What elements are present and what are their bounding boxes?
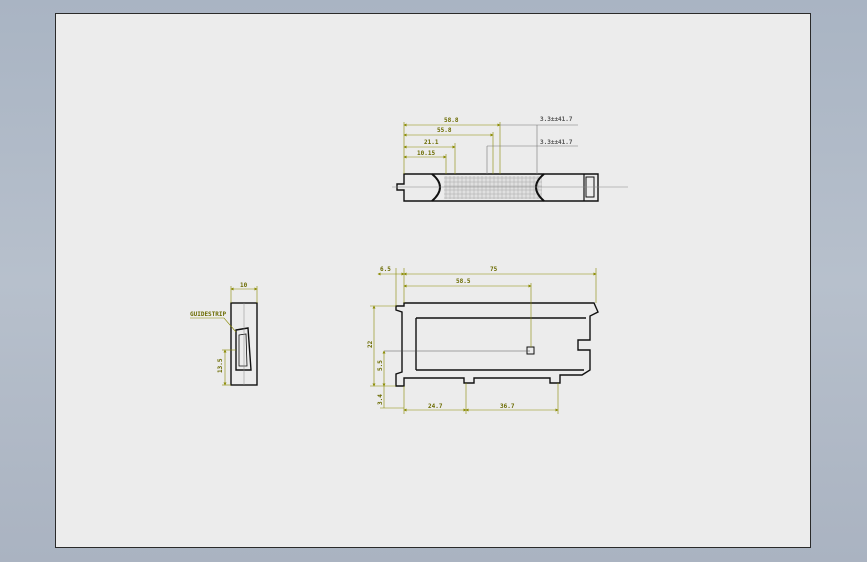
top-dim-55-8: 55.8 [437,127,452,134]
top-dim-21-1: 21.1 [424,139,439,146]
front-dim-overall-height: 22 [367,340,374,348]
top-tolerance-2: 3.3±±41.7 [540,139,573,146]
front-view: 6.5 75 58.5 22 5.5 3.4 24.7 36.7 [367,266,599,414]
top-dim-58-8: 58.8 [444,117,459,124]
technical-drawing: 58.8 55.8 21.1 10.15 3.3±±41.7 3.3±±41.7… [190,116,628,414]
front-dim-step-1: 24.7 [428,403,443,410]
front-dim-overall-length: 75 [490,266,498,273]
front-dim-hole-y: 5.5 [377,360,384,371]
front-view-outline [395,302,599,387]
side-note-label: GUIDESTRIP [190,311,227,318]
side-dim-width: 10 [240,282,248,289]
top-tolerance-1: 3.3±±41.7 [540,116,573,123]
side-view: 10 GUIDESTRIP 13.5 [190,282,258,386]
front-dim-step-2: 36.7 [500,403,515,410]
side-dim-height: 13.5 [217,358,224,373]
front-dim-left-offset: 6.5 [380,266,391,273]
front-dim-foot: 3.4 [377,394,384,405]
top-view: 58.8 55.8 21.1 10.15 3.3±±41.7 3.3±±41.7 [392,116,628,202]
front-dim-hole-x: 58.5 [456,278,471,285]
top-view-hatch [444,176,542,199]
top-dim-10-15: 10.15 [417,150,435,157]
